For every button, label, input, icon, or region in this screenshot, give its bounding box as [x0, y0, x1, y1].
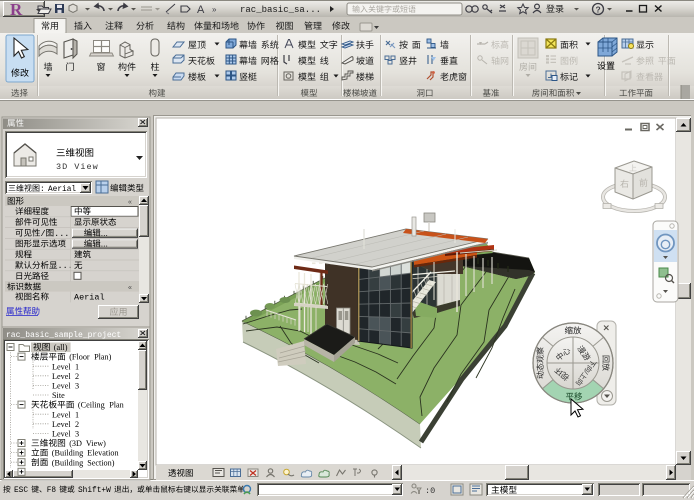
- svg-text:(Building: (Building: [52, 458, 83, 467]
- svg-text:Section): Section): [87, 458, 115, 467]
- svg-text:Aerial: Aerial: [48, 186, 76, 194]
- svg-text:/: /: [41, 229, 46, 239]
- svg-text:(Ceiling: (Ceiling: [78, 401, 105, 410]
- svg-text:(Floor: (Floor: [69, 353, 90, 362]
- svg-text:Plan: Plan: [109, 401, 124, 410]
- svg-text::: :: [40, 186, 45, 194]
- svg-text:Level: Level: [52, 420, 71, 429]
- svg-text:Level: Level: [52, 382, 71, 391]
- svg-text:Plan): Plan): [94, 353, 112, 362]
- svg-text:Level: Level: [52, 410, 71, 419]
- svg-text:(all): (all): [54, 343, 68, 352]
- svg-text:rac_basic_sa...: rac_basic_sa...: [240, 5, 321, 15]
- svg-text:...: ...: [101, 228, 108, 238]
- svg-text:Aerial: Aerial: [74, 293, 105, 303]
- svg-text:(Building: (Building: [52, 449, 83, 458]
- svg-text:Site: Site: [52, 391, 65, 400]
- svg-text:R: R: [10, 0, 23, 19]
- svg-text:rac_basic_sample_project: rac_basic_sample_project: [6, 331, 121, 340]
- svg-text:3D View: 3D View: [56, 162, 99, 172]
- svg-text:Elevation: Elevation: [87, 449, 118, 458]
- svg-text:3: 3: [75, 382, 79, 391]
- svg-text:3: 3: [75, 430, 79, 439]
- svg-text:1: 1: [75, 362, 79, 371]
- svg-text:...: ...: [101, 239, 108, 249]
- svg-text:2: 2: [75, 420, 79, 429]
- svg-text:View): View): [86, 439, 106, 448]
- svg-text:«: «: [128, 199, 132, 206]
- svg-text:?: ?: [596, 5, 601, 15]
- svg-text:F8: F8: [47, 487, 57, 495]
- svg-text:Level: Level: [52, 372, 71, 381]
- svg-text:1: 1: [75, 410, 79, 419]
- svg-text:2: 2: [75, 372, 79, 381]
- svg-text:Shift+W: Shift+W: [78, 487, 111, 495]
- svg-text:(3D: (3D: [69, 439, 82, 448]
- svg-text::0: :0: [425, 486, 435, 496]
- svg-text:Level: Level: [52, 430, 71, 439]
- svg-text:»: »: [212, 5, 217, 14]
- svg-text:...: ...: [54, 229, 69, 239]
- svg-text:A: A: [197, 4, 205, 16]
- svg-text:Level: Level: [52, 362, 71, 371]
- svg-text:ESC: ESC: [14, 487, 28, 495]
- svg-text:«: «: [128, 285, 132, 292]
